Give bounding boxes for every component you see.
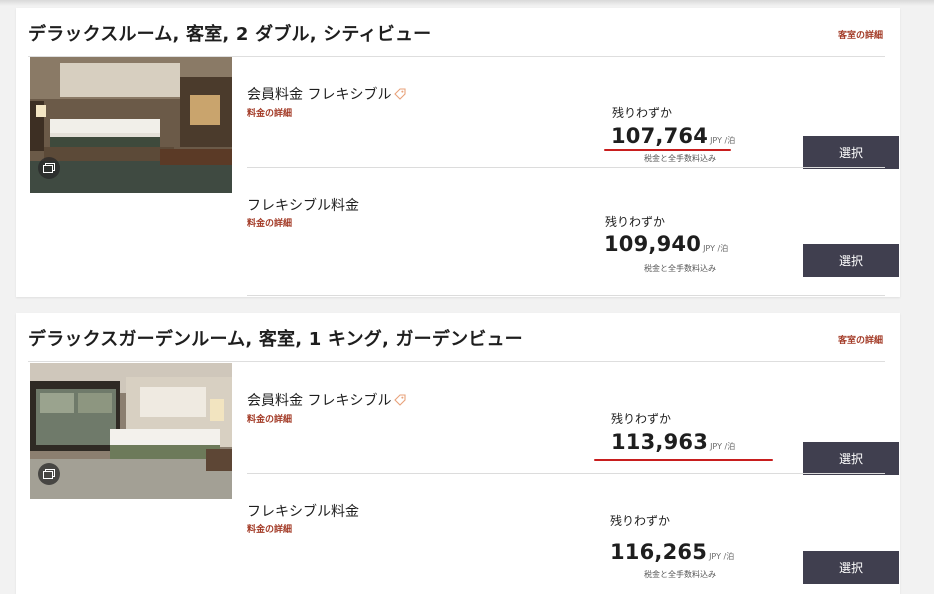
rate-name-label: 会員料金 フレキシブル: [247, 393, 392, 409]
annotation-underline: [594, 459, 773, 461]
select-button[interactable]: 選択: [803, 551, 899, 584]
room-photo[interactable]: [30, 363, 232, 499]
page-top-shadow: [0, 0, 934, 6]
price-amount: 109,940: [604, 232, 702, 256]
price: 113,963 JPY /泊: [611, 430, 735, 454]
rate-name: 会員料金 フレキシブル: [247, 390, 407, 410]
availability-label: 残りわずか: [612, 106, 673, 120]
rate-name: フレキシブル料金: [247, 195, 359, 215]
price: 109,940 JPY /泊: [604, 232, 728, 256]
rate-name: フレキシブル料金: [247, 501, 359, 521]
select-button[interactable]: 選択: [803, 136, 899, 169]
rate-name-label: フレキシブル料金: [247, 198, 359, 214]
rate-details-link[interactable]: 料金の詳細: [247, 216, 292, 229]
price-amount: 113,963: [611, 430, 709, 454]
rate-details-link[interactable]: 料金の詳細: [247, 106, 292, 119]
room-photo-image: [30, 57, 232, 193]
price: 116,265 JPY /泊: [610, 540, 734, 564]
gallery-icon[interactable]: [38, 157, 60, 179]
price-unit: JPY /泊: [710, 442, 736, 451]
price-unit: JPY /泊: [710, 136, 736, 145]
rate-row: 会員料金 フレキシブル 料金の詳細 残りわずか 107,764 JPY /泊 税…: [247, 57, 899, 169]
rate-row: フレキシブル料金 料金の詳細 残りわずか 109,940 JPY /泊 税金と全…: [247, 181, 899, 296]
rate-details-link[interactable]: 料金の詳細: [247, 522, 292, 535]
availability-label: 残りわずか: [605, 215, 666, 229]
room-details-link[interactable]: 客室の詳細: [838, 333, 883, 346]
room-details-link[interactable]: 客室の詳細: [838, 28, 883, 41]
rate-row: 会員料金 フレキシブル 料金の詳細 残りわずか 113,963 JPY /泊 選…: [247, 363, 899, 475]
rate-details-link[interactable]: 料金の詳細: [247, 412, 292, 425]
tax-note: 税金と全手数料込み: [644, 570, 716, 579]
select-button[interactable]: 選択: [803, 442, 899, 475]
room-title: デラックスガーデンルーム, 客室, 1 キング, ガーデンビュー: [28, 329, 523, 350]
gallery-icon[interactable]: [38, 463, 60, 485]
room-photo[interactable]: [30, 57, 232, 193]
member-tag-icon: [394, 394, 407, 406]
price-amount: 116,265: [610, 540, 708, 564]
tax-note: 税金と全手数料込み: [644, 264, 716, 273]
availability-label: 残りわずか: [611, 412, 672, 426]
select-button[interactable]: 選択: [803, 244, 899, 277]
room-photo-image: [30, 363, 232, 499]
room-card: デラックスルーム, 客室, 2 ダブル, シティビュー 客室の詳細 会員料金 フ…: [16, 8, 900, 297]
tax-note: 税金と全手数料込み: [644, 154, 716, 163]
rate-name-label: 会員料金 フレキシブル: [247, 87, 392, 103]
price-unit: JPY /泊: [703, 244, 729, 253]
room-card: デラックスガーデンルーム, 客室, 1 キング, ガーデンビュー 客室の詳細 会…: [16, 313, 900, 594]
rate-name-label: フレキシブル料金: [247, 504, 359, 520]
price-unit: JPY /泊: [709, 552, 735, 561]
room-title: デラックスルーム, 客室, 2 ダブル, シティビュー: [28, 24, 432, 45]
divider: [28, 361, 885, 362]
availability-label: 残りわずか: [610, 514, 671, 528]
price-amount: 107,764: [611, 124, 709, 148]
rate-name: 会員料金 フレキシブル: [247, 84, 407, 104]
rate-row: フレキシブル料金 料金の詳細 残りわずか 116,265 JPY /泊 税金と全…: [247, 487, 899, 594]
annotation-underline: [604, 149, 731, 151]
price: 107,764 JPY /泊: [611, 124, 735, 148]
member-tag-icon: [394, 88, 407, 100]
